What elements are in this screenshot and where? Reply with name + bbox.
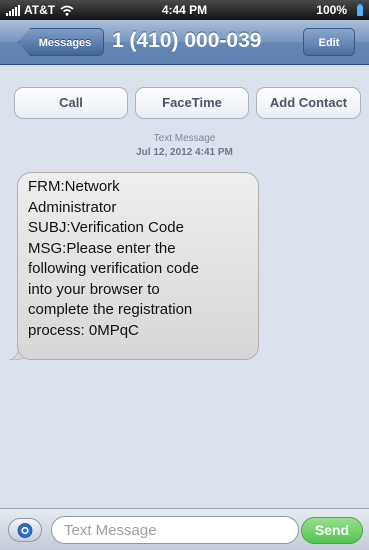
battery-percent: 100%	[316, 3, 347, 17]
call-button[interactable]: Call	[14, 87, 128, 119]
message-timestamp: Text Message Jul 12, 2012 4:41 PM	[0, 132, 369, 160]
battery-icon	[357, 4, 363, 16]
message-input[interactable]	[51, 516, 299, 544]
add-contact-button[interactable]: Add Contact	[256, 87, 361, 119]
conversation-title: 1 (410) 000-039	[112, 29, 262, 52]
edit-button[interactable]: Edit	[303, 28, 355, 56]
navigation-bar: Messages 1 (410) 000-039 Edit	[0, 20, 369, 65]
message-line: Administrator	[28, 198, 117, 216]
message-line: complete the registration	[28, 301, 193, 318]
message-line: MSG:Please enter the	[28, 239, 176, 257]
send-button[interactable]: Send	[301, 517, 363, 544]
status-bar: AT&T 4:44 PM 100%	[0, 0, 369, 20]
message-bubble[interactable]: FRM:Network Administrator SUBJ:Verificat…	[17, 172, 259, 360]
message-line: process: 0MPqC	[28, 321, 139, 339]
facetime-button[interactable]: FaceTime	[135, 87, 249, 119]
composer-bar: Send	[0, 508, 369, 550]
message-date: Jul 12, 2012 4:41 PM	[136, 147, 233, 158]
conversation-view[interactable]: Call FaceTime Add Contact Text Message J…	[0, 65, 369, 508]
back-button-label: Messages	[38, 37, 92, 49]
back-button[interactable]: Messages	[18, 28, 104, 56]
message-line: SUBJ:Verification Code	[28, 219, 184, 236]
camera-icon	[17, 523, 33, 538]
message-line: into your browser to	[28, 280, 160, 298]
message-line: following verification code	[28, 260, 199, 277]
status-time: 4:44 PM	[161, 3, 208, 17]
message-type-label: Text Message	[153, 133, 216, 144]
camera-button[interactable]	[8, 518, 42, 542]
message-line: FRM:Network	[28, 178, 120, 195]
